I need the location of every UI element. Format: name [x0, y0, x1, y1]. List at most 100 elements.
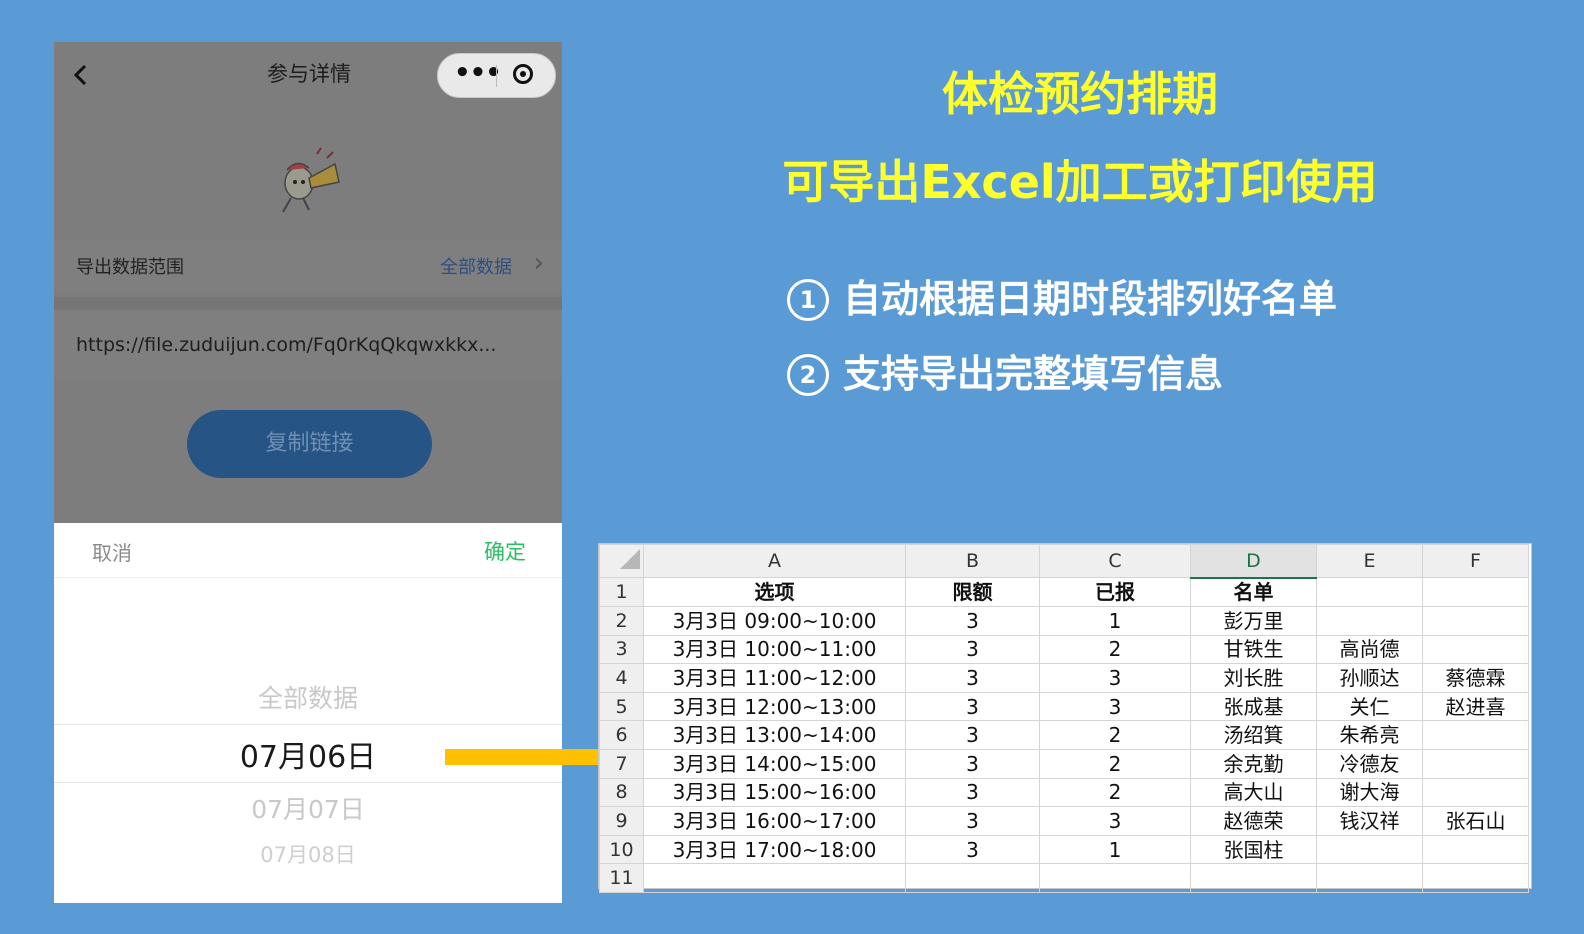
sheet-cell[interactable] — [1316, 576, 1423, 608]
sheet-cell[interactable]: 3 — [905, 634, 1040, 665]
row-number[interactable]: 1 — [599, 576, 644, 608]
target-icon[interactable] — [513, 64, 533, 84]
select-all-corner[interactable] — [599, 544, 644, 578]
picker-confirm-button[interactable]: 确定 — [484, 536, 526, 566]
column-header-e[interactable]: E — [1316, 544, 1423, 578]
sheet-cell[interactable]: 3 — [905, 777, 1040, 808]
sheet-cell[interactable] — [1039, 863, 1191, 894]
sheet-cell[interactable]: 限额 — [905, 576, 1040, 608]
more-dots-icon[interactable]: ••• — [454, 60, 502, 86]
sheet-cell[interactable] — [1422, 606, 1529, 636]
sheet-cell[interactable]: 3月3日 14:00~15:00 — [643, 749, 906, 779]
picker-option[interactable]: 07月07日 — [54, 790, 562, 826]
sheet-cell[interactable]: 赵德荣 — [1190, 806, 1317, 836]
row-number[interactable]: 5 — [599, 691, 644, 722]
sheet-cell[interactable]: 朱希亮 — [1316, 720, 1423, 751]
sheet-cell[interactable]: 已报 — [1039, 576, 1191, 608]
sheet-cell[interactable] — [1316, 834, 1423, 865]
sheet-cell[interactable]: 2 — [1039, 749, 1191, 779]
sheet-cell[interactable] — [1316, 606, 1423, 636]
sheet-cell[interactable]: 甘铁生 — [1190, 634, 1317, 665]
column-header-d[interactable]: D — [1190, 544, 1317, 579]
sheet-cell[interactable] — [643, 863, 906, 894]
copy-link-button[interactable]: 复制链接 — [187, 410, 432, 478]
column-header-b[interactable]: B — [905, 544, 1040, 578]
sheet-cell[interactable]: 3 — [905, 749, 1040, 779]
sheet-cell[interactable]: 关仁 — [1316, 691, 1423, 722]
sheet-cell[interactable]: 3 — [905, 606, 1040, 636]
sheet-cell[interactable]: 高大山 — [1190, 777, 1317, 808]
sheet-cell[interactable]: 3月3日 12:00~13:00 — [643, 691, 906, 722]
row-number[interactable]: 10 — [599, 834, 644, 865]
sheet-cell[interactable] — [1422, 834, 1529, 865]
row-number[interactable]: 2 — [599, 606, 644, 636]
sheet-cell[interactable]: 赵进喜 — [1422, 691, 1529, 722]
table-row: 8 3月3日 15:00~16:00 3 2 高大山 谢大海 — [599, 777, 1529, 808]
sheet-cell[interactable]: 2 — [1039, 720, 1191, 751]
sheet-cell[interactable]: 3月3日 15:00~16:00 — [643, 777, 906, 808]
sheet-cell[interactable]: 孙顺达 — [1316, 663, 1423, 693]
sheet-cell[interactable]: 3 — [905, 834, 1040, 865]
row-number[interactable]: 3 — [599, 634, 644, 665]
sheet-cell[interactable]: 彭万里 — [1190, 606, 1317, 636]
picker-option[interactable]: 全部数据 — [54, 679, 562, 715]
sheet-cell[interactable]: 3 — [905, 806, 1040, 836]
sheet-cell[interactable]: 3月3日 09:00~10:00 — [643, 606, 906, 636]
sheet-cell[interactable]: 谢大海 — [1316, 777, 1423, 808]
sheet-cell[interactable]: 3 — [905, 720, 1040, 751]
sheet-cell[interactable]: 高尚德 — [1316, 634, 1423, 665]
picker-cancel-button[interactable]: 取消 — [92, 537, 132, 566]
sheet-cell[interactable]: 张成基 — [1190, 691, 1317, 722]
column-header-c[interactable]: C — [1039, 544, 1191, 578]
chevron-left-icon[interactable] — [66, 60, 96, 90]
sheet-cell[interactable] — [1422, 863, 1529, 894]
row-number[interactable]: 6 — [599, 720, 644, 751]
sheet-cell[interactable]: 余克勤 — [1190, 749, 1317, 779]
column-header-f[interactable]: F — [1422, 544, 1529, 578]
mascot-megaphone-icon — [282, 147, 340, 213]
row-number[interactable]: 8 — [599, 777, 644, 808]
sheet-cell[interactable]: 1 — [1039, 606, 1191, 636]
sheet-cell[interactable] — [1422, 720, 1529, 751]
row-number[interactable]: 9 — [599, 806, 644, 836]
export-range-label: 导出数据范围 — [76, 257, 184, 278]
sheet-cell[interactable]: 3月3日 13:00~14:00 — [643, 720, 906, 751]
sheet-cell[interactable]: 1 — [1039, 834, 1191, 865]
sheet-cell[interactable]: 3月3日 11:00~12:00 — [643, 663, 906, 693]
sheet-cell[interactable]: 蔡德霖 — [1422, 663, 1529, 693]
feature-bullet-1: 1 自动根据日期时段排列好名单 — [787, 268, 1337, 323]
sheet-cell[interactable]: 选项 — [643, 576, 906, 608]
sheet-cell[interactable] — [1422, 749, 1529, 779]
sheet-cell[interactable]: 刘长胜 — [1190, 663, 1317, 693]
sheet-cell[interactable]: 2 — [1039, 634, 1191, 665]
sheet-cell[interactable] — [1316, 863, 1423, 894]
headline-subtitle: 可导出Excel加工或打印使用 — [782, 155, 1378, 209]
sheet-cell[interactable]: 张国柱 — [1190, 834, 1317, 865]
sheet-cell[interactable]: 汤绍箕 — [1190, 720, 1317, 751]
row-number[interactable]: 7 — [599, 749, 644, 779]
sheet-cell[interactable]: 3 — [1039, 691, 1191, 722]
sheet-cell[interactable]: 3 — [905, 691, 1040, 722]
sheet-cell[interactable]: 冷德友 — [1316, 749, 1423, 779]
sheet-cell[interactable]: 钱汉祥 — [1316, 806, 1423, 836]
sheet-cell[interactable] — [905, 863, 1040, 894]
sheet-cell[interactable]: 3月3日 17:00~18:00 — [643, 834, 906, 865]
sheet-cell[interactable]: 2 — [1039, 777, 1191, 808]
sheet-cell[interactable]: 3月3日 10:00~11:00 — [643, 634, 906, 665]
column-header-a[interactable]: A — [643, 544, 906, 578]
sheet-cell[interactable] — [1190, 863, 1317, 894]
sheet-cell[interactable]: 3月3日 16:00~17:00 — [643, 806, 906, 836]
export-range-row[interactable]: 导出数据范围 全部数据 › — [54, 239, 562, 291]
row-number[interactable]: 4 — [599, 663, 644, 693]
sheet-cell[interactable] — [1422, 576, 1529, 608]
sheet-cell[interactable] — [1422, 634, 1529, 665]
picker-option[interactable]: 07月08日 — [54, 839, 562, 869]
sheet-cell[interactable]: 3 — [905, 663, 1040, 693]
row-number[interactable]: 11 — [599, 863, 644, 894]
sheet-cell[interactable]: 3 — [1039, 806, 1191, 836]
sheet-cell[interactable]: 3 — [1039, 663, 1191, 693]
sheet-cell[interactable]: 名单 — [1190, 576, 1317, 608]
chevron-right-icon: › — [533, 248, 544, 278]
sheet-cell[interactable]: 张石山 — [1422, 806, 1529, 836]
sheet-cell[interactable] — [1422, 777, 1529, 808]
